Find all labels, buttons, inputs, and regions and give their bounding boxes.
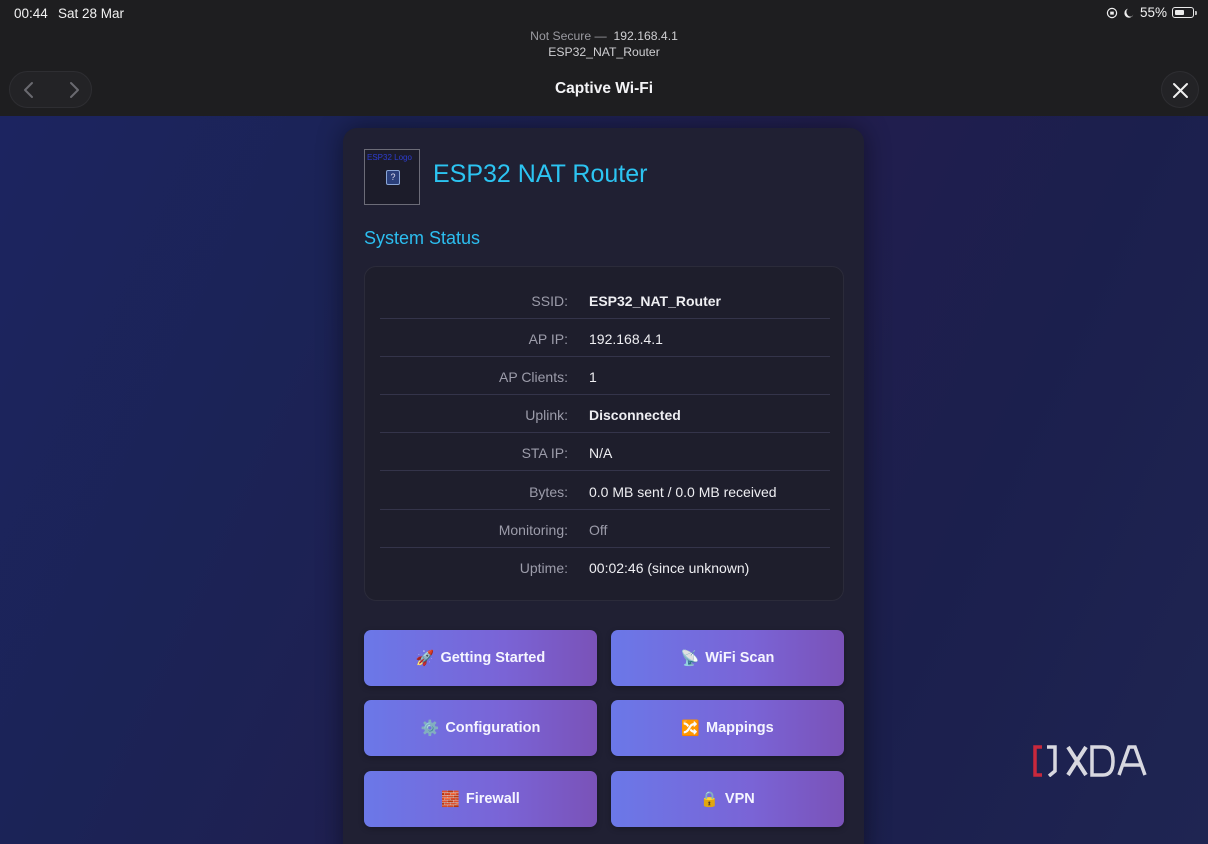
status-label: Uptime: <box>519 560 568 576</box>
getting-started-button[interactable]: 🚀 Getting Started <box>364 630 597 686</box>
status-row-uptime: Uptime: 00:02:46 (since unknown) <box>380 548 830 586</box>
button-label: Getting Started <box>440 650 546 666</box>
status-value: 192.168.4.1 <box>589 331 663 347</box>
status-bar: 00:44 Sat 28 Mar 55% <box>0 0 1208 28</box>
status-date: Sat 28 Mar <box>58 6 125 21</box>
status-label: AP IP: <box>528 331 568 347</box>
satellite-dish-icon: 📡 <box>680 650 700 667</box>
broken-image-icon: ? <box>386 170 400 185</box>
button-label: WiFi Scan <box>705 650 775 666</box>
status-row-sta-ip: STA IP: N/A <box>380 433 830 471</box>
logo-alt-text: ESP32 Logo <box>367 153 412 162</box>
gear-icon: ⚙️ <box>420 720 440 737</box>
lock-icon: 🔒 <box>700 791 719 808</box>
status-row-bytes: Bytes: 0.0 MB sent / 0.0 MB received <box>380 472 830 510</box>
status-value: ESP32_NAT_Router <box>589 293 722 309</box>
button-label: Mappings <box>706 720 774 736</box>
orientation-lock-icon <box>1106 7 1118 18</box>
status-value: 1 <box>589 369 597 385</box>
browser-chrome: 00:44 Sat 28 Mar 55% Not Secure — 192.16… <box>0 0 1208 116</box>
button-label: VPN <box>724 791 755 807</box>
close-button[interactable] <box>1161 71 1199 108</box>
status-row-ap-clients: AP Clients: 1 <box>380 357 830 395</box>
address-host: 192.168.4.1 <box>613 29 678 43</box>
wifi-scan-button[interactable]: 📡 WiFi Scan <box>611 630 844 686</box>
battery-icon <box>1172 7 1197 18</box>
xda-watermark-logo <box>1033 745 1147 777</box>
status-label: Bytes: <box>529 484 568 500</box>
status-value: 00:02:46 (since unknown) <box>589 560 750 576</box>
status-label: Uplink: <box>525 407 568 423</box>
page-title: Captive Wi-Fi <box>554 80 654 97</box>
status-label: STA IP: <box>521 445 568 461</box>
rocket-icon: 🚀 <box>415 650 435 667</box>
page-heading: ESP32 NAT Router <box>433 160 648 188</box>
status-value: Disconnected <box>589 407 681 423</box>
status-value: Off <box>589 522 608 538</box>
status-row-ssid: SSID: ESP32_NAT_Router <box>380 281 830 319</box>
configuration-button[interactable]: ⚙️ Configuration <box>364 700 597 756</box>
status-value: N/A <box>589 445 613 461</box>
button-label: Firewall <box>465 791 520 807</box>
shuffle-icon: 🔀 <box>681 720 700 737</box>
status-value: 0.0 MB sent / 0.0 MB received <box>589 484 777 500</box>
button-label: Configuration <box>445 720 541 736</box>
address-bar[interactable]: Not Secure — 192.168.4.1 ESP32_NAT_Route… <box>0 29 1208 60</box>
status-row-ap-ip: AP IP: 192.168.4.1 <box>380 319 830 357</box>
status-label: AP Clients: <box>499 369 568 385</box>
security-label: Not Secure — <box>530 29 607 43</box>
moon-icon <box>1124 8 1134 18</box>
router-card: ESP32 Logo ? ESP32 NAT Router System Sta… <box>343 128 864 844</box>
page-background: ESP32 Logo ? ESP32 NAT Router System Sta… <box>0 116 1208 844</box>
address-network: ESP32_NAT_Router <box>548 44 660 59</box>
status-panel: SSID: ESP32_NAT_Router AP IP: 192.168.4.… <box>364 266 844 601</box>
status-right: 55% <box>1106 5 1197 20</box>
status-row-monitoring: Monitoring: Off <box>380 510 830 548</box>
status-label: SSID: <box>531 293 568 309</box>
firewall-icon: 🧱 <box>441 791 460 808</box>
close-icon <box>1173 83 1188 98</box>
status-row-uplink: Uplink: Disconnected <box>380 395 830 433</box>
status-time: 00:44 <box>14 6 48 21</box>
battery-percent: 55% <box>1139 5 1167 20</box>
logo-image: ESP32 Logo ? <box>364 149 420 205</box>
vpn-button[interactable]: 🔒 VPN <box>611 771 844 827</box>
section-title: System Status <box>364 228 481 248</box>
mappings-button[interactable]: 🔀 Mappings <box>611 700 844 756</box>
firewall-button[interactable]: 🧱 Firewall <box>364 771 597 827</box>
status-label: Monitoring: <box>498 522 568 538</box>
